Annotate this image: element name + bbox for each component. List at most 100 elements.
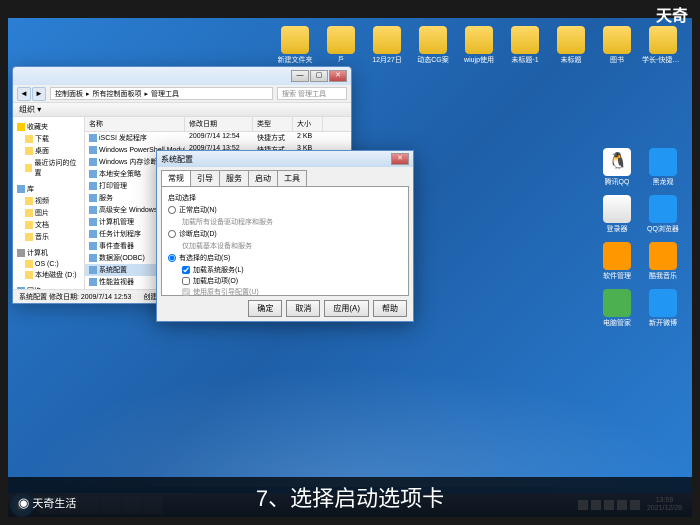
desktop-icon[interactable]: 学长-快捷方式 <box>642 26 684 65</box>
desktop-icon[interactable]: 新开微博 <box>642 289 684 328</box>
check-load-services[interactable]: 加载系统服务(L) <box>182 265 402 275</box>
desktop-icon[interactable]: 图书 <box>596 26 638 65</box>
col-date[interactable]: 修改日期 <box>185 117 253 131</box>
icon-label: js <box>338 55 343 62</box>
icon-label: 软件管理 <box>603 271 631 281</box>
tab-strip: 常规引导服务启动工具 <box>157 167 413 186</box>
maximize-button[interactable]: ▢ <box>310 70 328 82</box>
icon-label: 电脑管家 <box>603 318 631 328</box>
shortcut-icon <box>89 182 97 190</box>
breadcrumb[interactable]: 控制面板 ▸ 所有控制面板项 ▸ 管理工具 <box>50 87 273 100</box>
col-type[interactable]: 类型 <box>253 117 293 131</box>
radio-normal-desc: 加载所有设备驱动程序和服务 <box>182 217 402 227</box>
app-icon <box>603 195 631 223</box>
ok-button[interactable]: 确定 <box>248 300 282 317</box>
tab-启动[interactable]: 启动 <box>248 170 278 186</box>
desktop-icon[interactable]: wiujp使用 <box>458 26 500 65</box>
tab-常规[interactable]: 常规 <box>161 170 191 186</box>
nav-fwd-button[interactable]: ► <box>32 87 46 101</box>
shortcut-icon <box>89 158 97 166</box>
folder-icon <box>649 26 677 54</box>
desktop: 新建文件夹 js 12月27日 动态CG案 wiujp使用未标题-1 未标题图书 学长-快捷… <box>8 18 692 517</box>
section-label: 启动选择 <box>168 193 402 203</box>
organize-menu[interactable]: 组织 ▾ <box>19 104 41 115</box>
column-headers[interactable]: 名称 修改日期 类型 大小 <box>85 117 351 132</box>
nav-tree: 收藏夹下载桌面最近访问的位置库视频图片文档音乐计算机OS (C:)本地磁盘 (D… <box>13 117 85 289</box>
shortcut-icon <box>89 230 97 238</box>
shortcut-icon <box>89 194 97 202</box>
radio-selective-startup[interactable]: 有选择的启动(S) <box>168 253 402 263</box>
col-size[interactable]: 大小 <box>293 117 323 131</box>
tree-item[interactable]: 音乐 <box>15 231 82 243</box>
app-icon <box>603 148 631 176</box>
tree-item[interactable]: 最近访问的位置 <box>15 157 82 179</box>
desktop-icon[interactable]: 新建文件夹 <box>274 26 316 65</box>
tree-item[interactable]: 文档 <box>15 219 82 231</box>
tab-服务[interactable]: 服务 <box>219 170 249 186</box>
desktop-icon[interactable]: 12月27日 <box>366 26 408 65</box>
desktop-icon[interactable]: js <box>320 26 362 65</box>
check-load-startup[interactable]: 加载启动项(O) <box>182 276 402 286</box>
shortcut-icon <box>89 254 97 262</box>
breadcrumb-item[interactable]: 管理工具 <box>151 89 179 99</box>
desktop-icons-top: 新建文件夹 js 12月27日 动态CG案 wiujp使用未标题-1 未标题图书 学长-快捷… <box>274 26 684 65</box>
minimize-button[interactable]: — <box>291 70 309 82</box>
folder-icon <box>465 26 493 54</box>
dialog-close-button[interactable]: ✕ <box>391 153 409 165</box>
desktop-icon[interactable]: 腾讯QQ <box>596 148 638 187</box>
app-icon <box>649 242 677 270</box>
check-original-boot[interactable]: 使用原有引导配置(U) <box>182 287 402 297</box>
explorer-titlebar[interactable]: — ▢ ✕ <box>13 67 351 85</box>
tab-工具[interactable]: 工具 <box>277 170 307 186</box>
radio-diagnostic-desc: 仅加载基本设备和服务 <box>182 241 402 251</box>
shortcut-icon <box>89 170 97 178</box>
radio-normal-startup[interactable]: 正常启动(N) <box>168 205 402 215</box>
tree-group[interactable]: 收藏夹 <box>15 121 82 133</box>
tree-item[interactable]: 视频 <box>15 195 82 207</box>
app-icon <box>603 242 631 270</box>
close-button[interactable]: ✕ <box>329 70 347 82</box>
folder-icon <box>603 26 631 54</box>
icon-label: 动态CG案 <box>417 55 449 65</box>
tree-item[interactable]: OS (C:) <box>15 259 82 269</box>
desktop-icon[interactable]: 酷我音乐 <box>642 242 684 281</box>
folder-icon <box>511 26 539 54</box>
tree-item[interactable]: 本地磁盘 (D:) <box>15 269 82 281</box>
nav-back-button[interactable]: ◄ <box>17 87 31 101</box>
desktop-icon[interactable]: 未标题 <box>550 26 592 65</box>
desktop-icon[interactable]: QQ浏览器 <box>642 195 684 234</box>
file-row[interactable]: iSCSI 发起程序2009/7/14 12:54快捷方式2 KB <box>85 132 351 144</box>
tree-group[interactable]: 计算机 <box>15 247 82 259</box>
icon-label: 12月27日 <box>372 55 402 65</box>
help-button[interactable]: 帮助 <box>373 300 407 317</box>
tab-content-general: 启动选择 正常启动(N) 加载所有设备驱动程序和服务 诊断启动(D) 仅加载基本… <box>161 186 409 296</box>
tree-item[interactable]: 桌面 <box>15 145 82 157</box>
app-icon <box>649 195 677 223</box>
tree-group[interactable]: 库 <box>15 183 82 195</box>
tab-引导[interactable]: 引导 <box>190 170 220 186</box>
desktop-icon[interactable]: 未标题-1 <box>504 26 546 65</box>
icon-label: 腾讯QQ <box>605 177 630 187</box>
search-input[interactable]: 搜索 管理工具 <box>277 87 347 100</box>
tree-group[interactable]: 网络 <box>15 285 82 289</box>
app-icon <box>603 289 631 317</box>
cancel-button[interactable]: 取消 <box>286 300 320 317</box>
radio-diagnostic-startup[interactable]: 诊断启动(D) <box>168 229 402 239</box>
desktop-icon[interactable]: 电脑管家 <box>596 289 638 328</box>
desktop-icons-right: 腾讯QQ 黑龙观登录器QQ浏览器软件管理 酷我音乐电脑管家 新开微博 <box>596 148 684 328</box>
desktop-icon[interactable]: 黑龙观 <box>642 148 684 187</box>
tree-item[interactable]: 图片 <box>15 207 82 219</box>
tree-item[interactable]: 下载 <box>15 133 82 145</box>
col-name[interactable]: 名称 <box>85 117 185 131</box>
desktop-icon[interactable]: 软件管理 <box>596 242 638 281</box>
breadcrumb-item[interactable]: 所有控制面板项 <box>93 89 142 99</box>
breadcrumb-item[interactable]: 控制面板 <box>55 89 83 99</box>
icon-label: 未标题-1 <box>511 55 538 65</box>
dialog-buttons: 确定 取消 应用(A) 帮助 <box>157 300 413 321</box>
desktop-icon[interactable]: 登录器 <box>596 195 638 234</box>
icon-label: 图书 <box>610 55 624 65</box>
msconfig-titlebar[interactable]: 系统配置 ✕ <box>157 151 413 167</box>
desktop-icon[interactable]: 动态CG案 <box>412 26 454 65</box>
dialog-title: 系统配置 <box>161 154 193 165</box>
apply-button[interactable]: 应用(A) <box>324 300 369 317</box>
